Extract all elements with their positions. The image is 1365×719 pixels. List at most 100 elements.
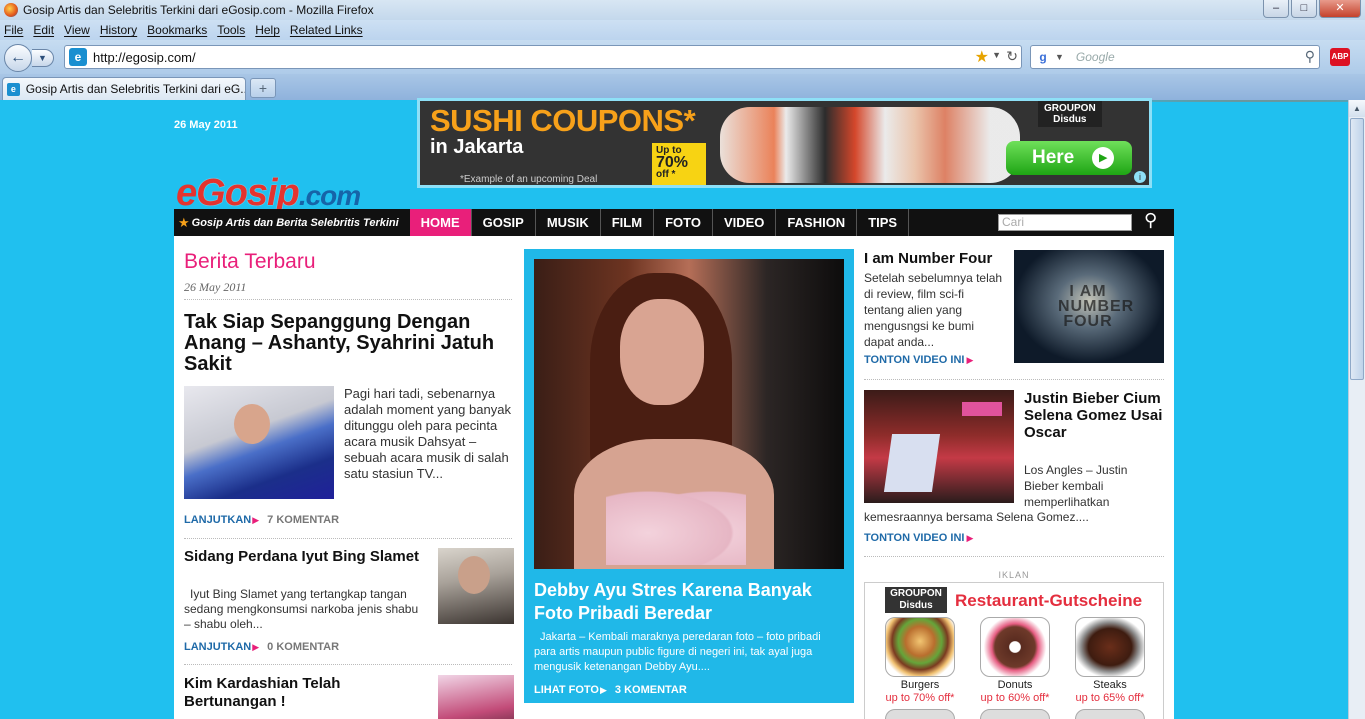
play-icon: ▶ (1092, 146, 1115, 169)
video-title[interactable]: I am Number Four (864, 250, 1009, 267)
logo-gosip: Gosip (196, 172, 300, 214)
site-search-icon[interactable]: ⚲ (1144, 210, 1157, 231)
video-thumbnail[interactable] (864, 390, 1014, 503)
featured-article: Debby Ayu Stres Karena Banyak Foto Priba… (524, 249, 854, 703)
ad-brand: GROUPON (1044, 103, 1096, 114)
reload-icon[interactable]: ↻ (1006, 48, 1018, 65)
adblock-icon[interactable]: ABP (1330, 48, 1350, 66)
ad-groupon-logo: GROUPON Disdus (1038, 101, 1102, 127)
vertical-scrollbar[interactable]: ▲ (1348, 100, 1365, 719)
article-title[interactable]: Sidang Perdana Iyut Bing Slamet (184, 548, 424, 566)
address-bar[interactable]: e http://egosip.com/ ★ ▼ ↻ (64, 45, 1022, 69)
divider (864, 379, 1164, 380)
lead-article-title[interactable]: Tak Siap Sepanggung Dengan Anang – Ashan… (184, 312, 514, 375)
video-text: Setelah sebelumnya telah di review, film… (864, 271, 1003, 349)
tab-egosip[interactable]: e Gosip Artis dan Selebritis Terkini dar… (2, 77, 246, 100)
search-icon[interactable]: ⚲ (1305, 48, 1315, 65)
google-icon[interactable]: g (1035, 49, 1051, 65)
comments-link[interactable]: 0 KOMENTAR (267, 641, 339, 653)
nav-foto[interactable]: FOTO (654, 209, 713, 236)
ad-cta-label: Here (1032, 147, 1075, 168)
scroll-thumb[interactable] (1350, 118, 1364, 380)
maximize-button[interactable]: □ (1291, 0, 1317, 18)
back-button[interactable]: ← (4, 44, 32, 72)
divider (184, 664, 512, 665)
ad-here-button[interactable]: Here ▶ (1006, 141, 1132, 175)
ad-note: *Example of an upcoming Deal (460, 174, 598, 185)
arrow-right-icon: ▶ (966, 533, 974, 543)
bookmark-star-icon[interactable]: ★ (975, 47, 989, 67)
featured-image-garment (606, 485, 746, 565)
read-more-link[interactable]: LANJUTKAN (184, 641, 251, 653)
ad-info-icon[interactable]: i (1134, 171, 1146, 183)
article-title[interactable]: Kim Kardashian Telah Bertunangan ! (184, 675, 424, 711)
comments-link[interactable]: 7 KOMENTAR (267, 514, 339, 526)
ad-sushi-image (720, 107, 1020, 183)
ad-discount-badge: Up to 70% off * (652, 143, 706, 185)
watch-video-label: TONTON VIDEO INI (864, 354, 965, 366)
video-title[interactable]: Justin Bieber Cium Selena Gomez Usai Osc… (1024, 390, 1164, 441)
video-thumbnail[interactable]: I AM NUMBER FOUR (1014, 250, 1164, 363)
food-label: Steaks (1093, 679, 1127, 691)
scroll-up-button[interactable]: ▲ (1349, 100, 1365, 117)
nav-video[interactable]: VIDEO (713, 209, 777, 236)
menu-edit[interactable]: Edit (33, 23, 54, 37)
menu-bookmarks[interactable]: Bookmarks (147, 23, 207, 37)
new-tab-button[interactable]: + (250, 78, 276, 98)
article-thumbnail[interactable] (438, 548, 514, 624)
section-date: 26 May 2011 (184, 280, 247, 294)
lead-article-image[interactable] (184, 386, 334, 499)
view-photo-link[interactable]: LIHAT FOTO (534, 684, 599, 696)
url-text[interactable]: http://egosip.com/ (93, 50, 196, 65)
menu-view[interactable]: View (64, 23, 90, 37)
site-search-input[interactable]: Cari (998, 214, 1132, 231)
menu-tools[interactable]: Tools (217, 23, 245, 37)
search-bar[interactable]: g ▼ Google ⚲ (1030, 45, 1320, 69)
featured-title[interactable]: Debby Ayu Stres Karena Banyak Foto Priba… (534, 579, 844, 625)
arrow-right-icon: ▶ (252, 642, 260, 652)
comments-link[interactable]: 3 KOMENTAR (615, 684, 687, 696)
featured-text: Jakarta – Kembali maraknya peredaran fot… (534, 631, 821, 673)
search-placeholder[interactable]: Google (1076, 50, 1115, 64)
site-tagline: Gosip Artis dan Berita Selebritis Terkin… (191, 216, 399, 229)
watch-video-label: TONTON VIDEO INI (864, 532, 965, 544)
featured-image-face (620, 299, 704, 405)
star-icon: ★ (178, 214, 190, 230)
article-thumbnail[interactable] (438, 675, 514, 719)
ad-brand: GROUPON (890, 588, 942, 599)
nav-gosip[interactable]: GOSIP (472, 209, 536, 236)
watch-video-link[interactable]: TONTON VIDEO INI ▶ (864, 532, 973, 544)
search-engine-dropdown-icon[interactable]: ▼ (1055, 52, 1064, 62)
sidebar-ad[interactable]: GROUPON Disdus Restaurant-Gutscheine Bur… (864, 582, 1164, 719)
main-navigation: ★ Gosip Artis dan Berita Selebritis Terk… (174, 209, 1174, 236)
nav-fashion[interactable]: FASHION (776, 209, 858, 236)
back-arrow-icon: ← (10, 49, 26, 66)
content-area: Berita Terbaru 26 May 2011 Tak Siap Sepa… (174, 236, 1174, 719)
forward-history-button[interactable]: ▼ (32, 49, 54, 67)
ad-subline: in Jakarta (430, 136, 524, 158)
nav-tips[interactable]: TIPS (857, 209, 910, 236)
menu-bar: File Edit View History Bookmarks Tools H… (0, 20, 1365, 40)
menu-help[interactable]: Help (255, 23, 280, 37)
nav-film[interactable]: FILM (601, 209, 655, 236)
divider (184, 299, 512, 300)
minimize-button[interactable]: – (1263, 0, 1289, 18)
video-thumbnail-text: I AM NUMBER FOUR (1058, 283, 1135, 330)
menu-file[interactable]: File (4, 23, 23, 37)
section-title: Berita Terbaru (184, 250, 316, 273)
menu-history[interactable]: History (100, 23, 137, 37)
window-titlebar: Gosip Artis dan Selebritis Terkini dari … (0, 0, 1365, 20)
menu-related-links[interactable]: Related Links (290, 23, 363, 37)
lead-article-meta: LANJUTKAN▶ 7 KOMENTAR (184, 514, 339, 526)
watch-video-link[interactable]: TONTON VIDEO INI ▶ (864, 354, 973, 366)
url-dropdown-icon[interactable]: ▼ (992, 50, 1001, 60)
nav-musik[interactable]: MUSIK (536, 209, 601, 236)
food-price: up to 70% off* (885, 692, 955, 704)
close-button[interactable]: ✕ (1319, 0, 1361, 18)
burger-image (885, 617, 955, 677)
nav-home[interactable]: HOME (409, 209, 472, 236)
tab-favicon-icon: e (7, 82, 20, 96)
featured-image[interactable] (534, 259, 844, 569)
read-more-link[interactable]: LANJUTKAN (184, 514, 251, 526)
banner-ad[interactable]: SUSHI COUPONS* in Jakarta *Example of an… (417, 98, 1152, 188)
